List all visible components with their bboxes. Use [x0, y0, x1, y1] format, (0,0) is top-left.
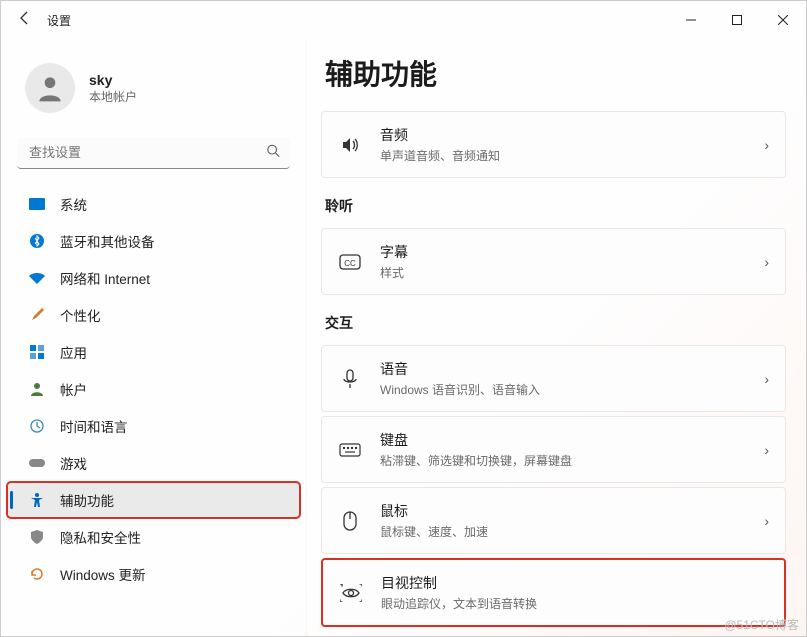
card-subtitle: 样式: [380, 264, 746, 281]
wifi-icon: [28, 269, 46, 287]
section-hearing: 聆听: [325, 196, 786, 216]
card-captions[interactable]: CC 字幕 样式 ›: [321, 228, 786, 295]
search-icon: [266, 144, 280, 163]
chevron-right-icon: ›: [764, 513, 769, 529]
sidebar-item-label: 辅助功能: [60, 490, 114, 510]
minimize-button[interactable]: [668, 1, 714, 39]
sidebar-item-label: 帐户: [60, 379, 87, 399]
brush-icon: [28, 306, 46, 324]
card-eye-control[interactable]: 目视控制 眼动追踪仪，文本到语音转换: [321, 558, 786, 627]
avatar: [25, 63, 75, 113]
profile-block[interactable]: sky 本地帐户: [1, 55, 306, 131]
card-subtitle: 单声道音频、音频通知: [380, 147, 746, 164]
card-subtitle: 鼠标键、速度、加速: [380, 523, 746, 540]
sidebar: sky 本地帐户 系统: [1, 39, 306, 636]
accessibility-icon: [28, 491, 46, 509]
chevron-right-icon: ›: [764, 442, 769, 458]
microphone-icon: [338, 367, 362, 391]
card-speech[interactable]: 语音 Windows 语音识别、语音输入 ›: [321, 345, 786, 412]
update-icon: [28, 565, 46, 583]
watermark: @51CTO博客: [724, 616, 799, 633]
sidebar-item-label: 游戏: [60, 453, 87, 473]
back-button[interactable]: [17, 10, 33, 31]
sidebar-item-privacy[interactable]: 隐私和安全性: [7, 519, 300, 555]
bluetooth-icon: [28, 232, 46, 250]
chevron-right-icon: ›: [764, 254, 769, 270]
sidebar-item-bluetooth[interactable]: 蓝牙和其他设备: [7, 223, 300, 259]
speaker-icon: [338, 133, 362, 157]
keyboard-icon: [338, 438, 362, 462]
person-icon: [28, 380, 46, 398]
sidebar-item-label: 应用: [60, 342, 87, 362]
captions-icon: CC: [338, 250, 362, 274]
nav-list: 系统 蓝牙和其他设备 网络和 Internet: [1, 181, 306, 603]
card-title: 音频: [380, 125, 746, 145]
card-subtitle: 眼动追踪仪，文本到语音转换: [381, 595, 768, 612]
sidebar-item-gaming[interactable]: 游戏: [7, 445, 300, 481]
eye-control-icon: [339, 581, 363, 605]
globe-clock-icon: [28, 417, 46, 435]
titlebar: 设置: [1, 1, 806, 39]
card-audio[interactable]: 音频 单声道音频、音频通知 ›: [321, 111, 786, 178]
sidebar-item-apps[interactable]: 应用: [7, 334, 300, 370]
gamepad-icon: [28, 454, 46, 472]
card-keyboard[interactable]: 键盘 粘滞键、筛选键和切换键，屏幕键盘 ›: [321, 416, 786, 483]
card-title: 语音: [380, 359, 746, 379]
section-interaction: 交互: [325, 313, 786, 333]
svg-text:CC: CC: [344, 259, 356, 268]
profile-name: sky: [89, 72, 137, 88]
sidebar-item-label: 个性化: [60, 305, 101, 325]
sidebar-item-system[interactable]: 系统: [7, 186, 300, 222]
chevron-right-icon: ›: [764, 371, 769, 387]
sidebar-item-label: 隐私和安全性: [60, 527, 141, 547]
maximize-button[interactable]: [714, 1, 760, 39]
sidebar-item-label: Windows 更新: [60, 564, 146, 584]
sidebar-item-network[interactable]: 网络和 Internet: [7, 260, 300, 296]
chevron-right-icon: ›: [764, 137, 769, 153]
window-title: 设置: [47, 12, 71, 29]
sidebar-item-label: 网络和 Internet: [60, 268, 150, 288]
card-subtitle: Windows 语音识别、语音输入: [380, 381, 746, 398]
sidebar-item-label: 蓝牙和其他设备: [60, 231, 155, 251]
search-input[interactable]: [17, 137, 290, 169]
shield-icon: [28, 528, 46, 546]
mouse-icon: [338, 509, 362, 533]
card-subtitle: 粘滞键、筛选键和切换键，屏幕键盘: [380, 452, 746, 469]
sidebar-item-personalization[interactable]: 个性化: [7, 297, 300, 333]
card-title: 键盘: [380, 430, 746, 450]
page-title: 辅助功能: [325, 53, 786, 93]
sidebar-item-accessibility[interactable]: 辅助功能: [7, 482, 300, 518]
sidebar-item-accounts[interactable]: 帐户: [7, 371, 300, 407]
sidebar-item-label: 系统: [60, 194, 87, 214]
card-title: 字幕: [380, 242, 746, 262]
sidebar-item-label: 时间和语言: [60, 416, 128, 436]
card-mouse[interactable]: 鼠标 鼠标键、速度、加速 ›: [321, 487, 786, 554]
card-title: 目视控制: [381, 573, 768, 593]
sidebar-item-time-language[interactable]: 时间和语言: [7, 408, 300, 444]
close-button[interactable]: [760, 1, 806, 39]
profile-subtitle: 本地帐户: [89, 88, 137, 105]
main-content: 辅助功能 音频 单声道音频、音频通知 › 聆听 CC 字幕 样式: [306, 39, 806, 636]
card-title: 鼠标: [380, 501, 746, 521]
sidebar-item-windows-update[interactable]: Windows 更新: [7, 556, 300, 592]
system-icon: [28, 195, 46, 213]
apps-icon: [28, 343, 46, 361]
